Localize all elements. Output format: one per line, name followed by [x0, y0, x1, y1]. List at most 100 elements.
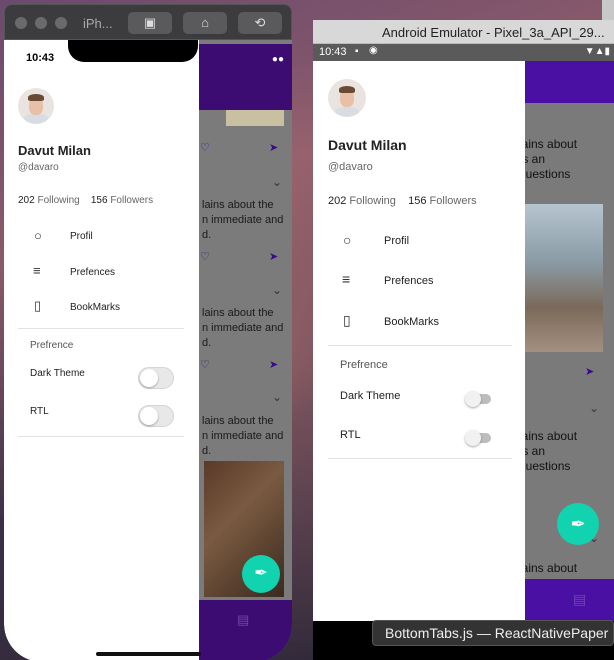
home-button[interactable]: ⌂	[183, 12, 227, 34]
navigation-drawer: Davut Milan @davaro 202 Following 156 Fo…	[313, 61, 525, 621]
follow-stats: 202 Following 156 Followers	[328, 195, 477, 207]
chevron-down-icon[interactable]: ⌄	[272, 283, 282, 297]
menu-item-label: Prefences	[384, 275, 434, 287]
divider	[328, 345, 512, 346]
zoom-window-button[interactable]	[55, 17, 67, 29]
person-icon: ○	[343, 232, 352, 248]
status-time: 10:43	[319, 46, 347, 58]
profile-name: Davut Milan	[328, 137, 407, 153]
home-indicator[interactable]	[96, 652, 201, 656]
home-icon: ⌂	[201, 15, 209, 30]
feed-text: lains about ts an questions	[519, 429, 578, 473]
menu-item-profil[interactable]: ○ Profil	[4, 222, 184, 252]
preferences-section-title: Prefrence	[340, 359, 388, 371]
dark-theme-label: Dark Theme	[30, 368, 85, 379]
bookmark-icon: ▯	[343, 312, 351, 328]
followers-label[interactable]: Followers	[430, 195, 477, 207]
rtl-label: RTL	[30, 406, 49, 417]
minimize-window-button[interactable]	[35, 17, 47, 29]
ios-simulator-window: iPh... ▣ ⌂ ⟲ ●● ♡ ➤ ⌄ lains about the n …	[4, 4, 292, 660]
feed-text: lains about the n immediate and d.	[202, 199, 284, 241]
compose-fab[interactable]: ✒	[242, 555, 280, 593]
status-time: 10:43	[26, 52, 55, 64]
feather-icon: ✒	[570, 514, 586, 534]
heart-icon[interactable]: ♡	[200, 358, 210, 371]
android-device-screen: lains about ts an questions ➤ ⌄ lains ab…	[313, 61, 614, 621]
following-count: 202	[328, 195, 347, 207]
share-icon[interactable]: ➤	[585, 365, 594, 378]
sd-card-icon: ▪	[355, 46, 359, 57]
avatar[interactable]	[328, 79, 366, 117]
divider	[328, 458, 512, 459]
background-window-edge	[602, 0, 614, 22]
menu-item-prefences[interactable]: ≡ Prefences	[4, 258, 184, 288]
dark-theme-label: Dark Theme	[340, 390, 401, 402]
profile-name: Davut Milan	[18, 143, 91, 158]
android-status-bar: 10:43 ▪ ◉ ▼▲▮	[313, 44, 614, 61]
chevron-down-icon[interactable]: ⌄	[272, 390, 282, 404]
heart-icon[interactable]: ♡	[200, 250, 210, 263]
app-header-background: ●●	[199, 44, 292, 110]
chevron-down-icon[interactable]: ⌄	[272, 175, 282, 189]
menu-item-label: Profil	[384, 235, 410, 247]
feed-image	[525, 204, 603, 352]
bottom-tab-bar: ▤	[199, 600, 292, 660]
following-count: 202	[18, 195, 35, 206]
camera-icon: ▣	[143, 15, 157, 30]
followers-label[interactable]: Followers	[110, 195, 153, 206]
bookmark-icon: ▯	[34, 298, 42, 313]
feed-text: lains about the n immediate and d.	[202, 307, 284, 349]
followers-count: 156	[90, 195, 108, 206]
rotate-icon: ⟲	[254, 15, 266, 30]
feed-image	[226, 110, 284, 126]
android-titlebar: Android Emulator - Pixel_3a_API_29...	[313, 20, 614, 44]
menu-item-label: BookMarks	[70, 302, 121, 313]
followers-count: 156	[408, 195, 427, 207]
sync-icon: ◉	[369, 45, 378, 56]
compose-fab[interactable]: ✒	[557, 503, 599, 545]
feather-icon: ✒	[254, 565, 268, 582]
person-icon: ○	[34, 228, 42, 243]
divider	[18, 328, 184, 329]
battery-icon: ▼▲▮	[584, 46, 610, 57]
android-window-title: Android Emulator - Pixel_3a_API_29...	[382, 25, 605, 40]
avatar[interactable]	[18, 88, 54, 124]
android-emulator-window: Android Emulator - Pixel_3a_API_29... 10…	[313, 20, 614, 660]
follow-stats: 202 Following 156 Followers	[18, 195, 153, 206]
tooltip: BottomTabs.js — ReactNativePaper	[372, 620, 614, 646]
profile-handle: @davaro	[328, 161, 373, 173]
message-icon[interactable]: ▤	[237, 612, 249, 628]
ios-titlebar: iPh... ▣ ⌂ ⟲	[4, 4, 292, 40]
following-label[interactable]: Following	[349, 195, 395, 207]
dark-theme-toggle[interactable]	[138, 367, 174, 389]
rtl-toggle[interactable]	[138, 405, 174, 427]
bottom-tab-bar: ▤	[525, 579, 614, 621]
following-label[interactable]: Following	[37, 195, 79, 206]
sliders-icon: ≡	[342, 271, 351, 287]
menu-item-bookmarks[interactable]: ▯ BookMarks	[4, 293, 184, 323]
sliders-icon: ≡	[33, 263, 41, 278]
rtl-toggle[interactable]	[465, 430, 491, 446]
message-icon[interactable]: ▤	[573, 591, 586, 608]
rotate-button[interactable]: ⟲	[238, 12, 282, 34]
chevron-down-icon[interactable]: ⌄	[589, 401, 599, 415]
screenshot-button[interactable]: ▣	[128, 12, 172, 34]
profile-handle: @davaro	[18, 162, 59, 173]
share-icon[interactable]: ➤	[269, 358, 278, 371]
menu-item-profil[interactable]: ○ Profil	[313, 223, 513, 259]
wifi-icon: ●●	[271, 54, 284, 65]
feed-text: lains about	[519, 561, 578, 575]
share-icon[interactable]: ➤	[269, 141, 278, 154]
dark-theme-toggle[interactable]	[465, 391, 491, 407]
menu-item-bookmarks[interactable]: ▯ BookMarks	[313, 304, 513, 340]
menu-item-label: Profil	[70, 231, 93, 242]
preferences-section-title: Prefrence	[30, 340, 74, 351]
navigation-drawer: 10:43 Davut Milan @davaro 202 Following …	[4, 40, 199, 660]
ios-window-title: iPh...	[83, 16, 113, 31]
device-notch	[68, 40, 198, 62]
rtl-label: RTL	[340, 429, 361, 441]
close-window-button[interactable]	[15, 17, 27, 29]
menu-item-prefences[interactable]: ≡ Prefences	[313, 263, 513, 299]
share-icon[interactable]: ➤	[269, 250, 278, 263]
heart-icon[interactable]: ♡	[200, 141, 210, 154]
